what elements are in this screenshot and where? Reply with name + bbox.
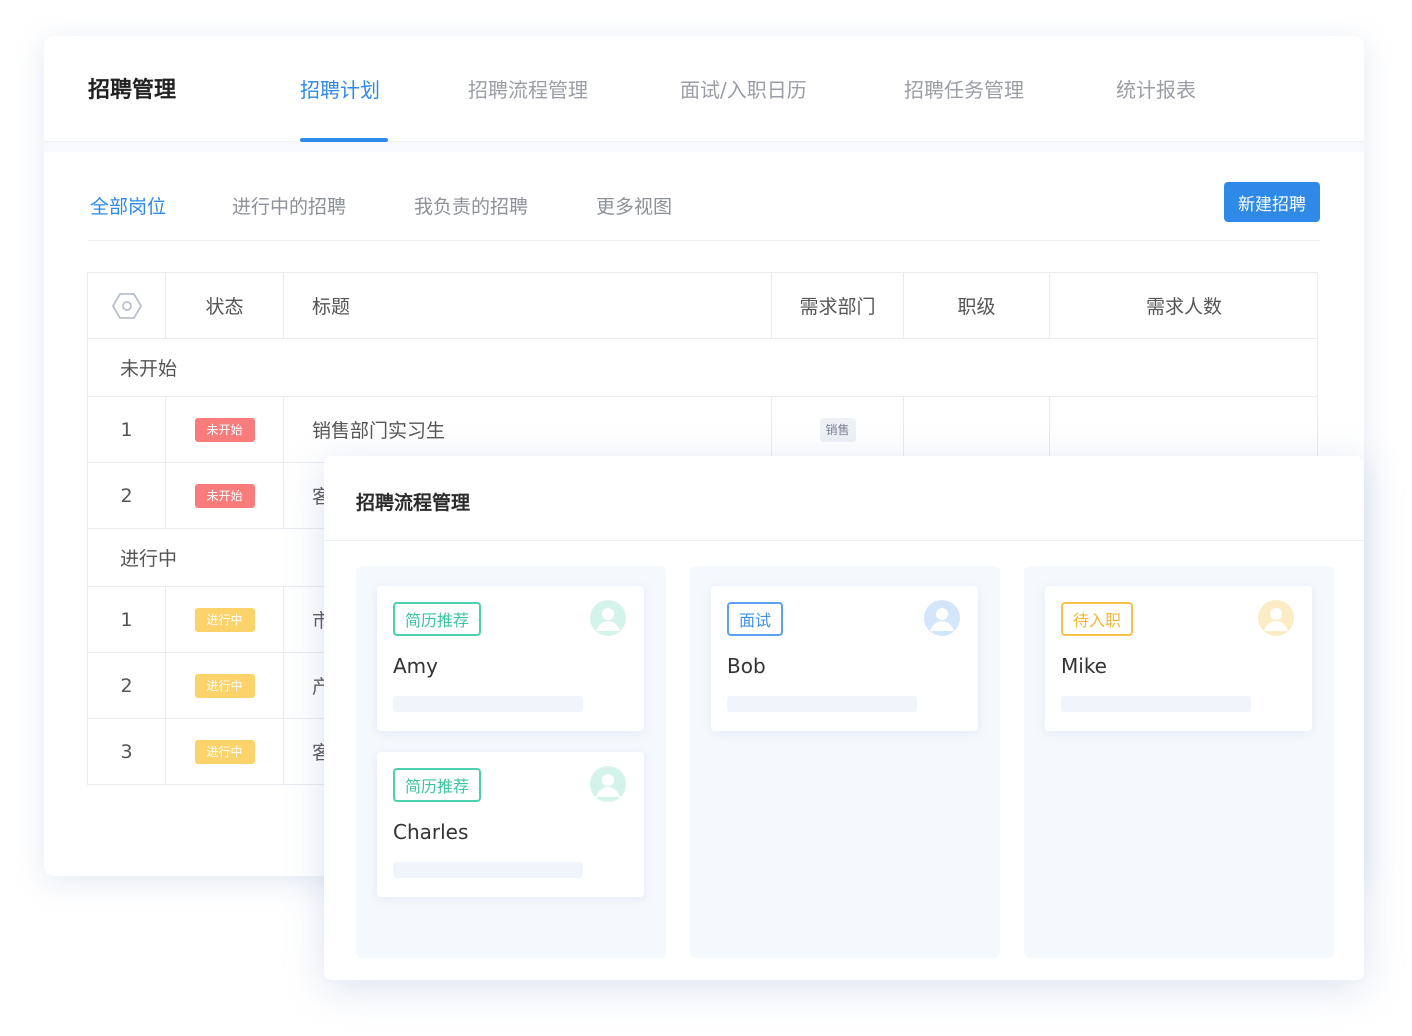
candidate-card-bob[interactable]: 面试 Bob — [711, 586, 978, 731]
status-cell: 进行中 — [166, 653, 284, 718]
column-header-status: 状态 — [166, 273, 284, 338]
recruitment-process-panel: 招聘流程管理 简历推荐 Amy 简历推荐 Charles 面试 Bob 待入职 … — [324, 456, 1364, 980]
stage-badge: 简历推荐 — [393, 602, 482, 636]
status-badge: 未开始 — [194, 417, 255, 442]
view-tabs: 全部岗位 进行中的招聘 我负责的招聘 更多视图 — [44, 152, 1364, 242]
divider — [88, 240, 1320, 241]
status-badge: 进行中 — [194, 739, 255, 764]
column-header-headcount: 需求人数 — [1145, 296, 1222, 318]
status-cell: 进行中 — [166, 587, 284, 652]
title-cell: 销售部门实习生 — [284, 397, 772, 462]
avatar-icon — [924, 600, 960, 636]
department-cell: 销售 — [772, 397, 904, 462]
placeholder-bar — [1061, 696, 1251, 712]
tab-recruitment-plan[interactable]: 招聘计划 — [300, 74, 380, 103]
row-index: 2 — [88, 653, 166, 718]
department-tag: 销售 — [819, 417, 856, 442]
group-row-not-started[interactable]: 未开始 — [87, 339, 1318, 397]
avatar-icon — [590, 766, 626, 802]
kanban-lane-onboarding: 待入职 Mike — [1024, 566, 1334, 958]
new-recruitment-button[interactable]: 新建招聘 — [1224, 182, 1320, 222]
placeholder-bar — [393, 862, 583, 878]
column-header-department: 需求部门 — [772, 273, 904, 338]
table-row[interactable]: 1 未开始 销售部门实习生 销售 — [87, 397, 1318, 463]
placeholder-bar — [727, 696, 917, 712]
column-header-title: 标题 — [284, 273, 772, 338]
top-navigation: 招聘管理 招聘计划 招聘流程管理 面试/入职日历 招聘任务管理 统计报表 — [44, 36, 1364, 142]
separator-band — [44, 142, 1364, 152]
view-more[interactable]: 更多视图 — [596, 192, 672, 219]
tab-statistics[interactable]: 统计报表 — [1116, 74, 1196, 103]
candidate-name: Mike — [1061, 654, 1107, 678]
kanban-lane-resume: 简历推荐 Amy 简历推荐 Charles — [356, 566, 666, 958]
status-badge: 未开始 — [194, 483, 255, 508]
row-index: 2 — [88, 463, 166, 528]
column-settings[interactable] — [88, 273, 166, 338]
view-my-recruitment[interactable]: 我负责的招聘 — [414, 192, 528, 219]
stage-badge: 面试 — [727, 602, 784, 636]
status-cell: 进行中 — [166, 719, 284, 784]
status-badge: 进行中 — [194, 607, 255, 632]
status-cell: 未开始 — [166, 463, 284, 528]
candidate-name: Bob — [727, 654, 766, 678]
status-badge: 进行中 — [194, 673, 255, 698]
hexagon-settings-icon — [111, 292, 142, 319]
row-index: 3 — [88, 719, 166, 784]
tab-interview-calendar[interactable]: 面试/入职日历 — [680, 74, 807, 103]
column-header-level: 职级 — [904, 273, 1050, 338]
headcount-cell — [1050, 397, 1318, 462]
avatar-icon — [590, 600, 626, 636]
avatar-icon — [1258, 600, 1294, 636]
group-label: 进行中 — [120, 548, 178, 570]
table-header: 状态 标题 需求部门 职级 需求人数 — [87, 273, 1318, 339]
candidate-name: Amy — [393, 654, 438, 678]
placeholder-bar — [393, 696, 583, 712]
tab-recruitment-tasks[interactable]: 招聘任务管理 — [904, 74, 1024, 103]
candidate-name: Charles — [393, 820, 469, 844]
candidate-card-charles[interactable]: 简历推荐 Charles — [377, 752, 644, 897]
kanban-lane-interview: 面试 Bob — [690, 566, 1000, 958]
tab-recruitment-process[interactable]: 招聘流程管理 — [468, 74, 588, 103]
app-title: 招聘管理 — [88, 78, 177, 103]
candidate-card-mike[interactable]: 待入职 Mike — [1045, 586, 1312, 731]
stage-badge: 待入职 — [1061, 602, 1134, 636]
row-index: 1 — [88, 587, 166, 652]
divider — [324, 540, 1364, 541]
view-in-progress[interactable]: 进行中的招聘 — [232, 192, 346, 219]
stage-badge: 简历推荐 — [393, 768, 482, 802]
status-cell: 未开始 — [166, 397, 284, 462]
row-index: 1 — [88, 397, 166, 462]
candidate-card-amy[interactable]: 简历推荐 Amy — [377, 586, 644, 731]
level-cell — [904, 397, 1050, 462]
group-label: 未开始 — [120, 358, 178, 380]
view-all-positions[interactable]: 全部岗位 — [90, 192, 166, 219]
panel-title: 招聘流程管理 — [356, 492, 471, 514]
